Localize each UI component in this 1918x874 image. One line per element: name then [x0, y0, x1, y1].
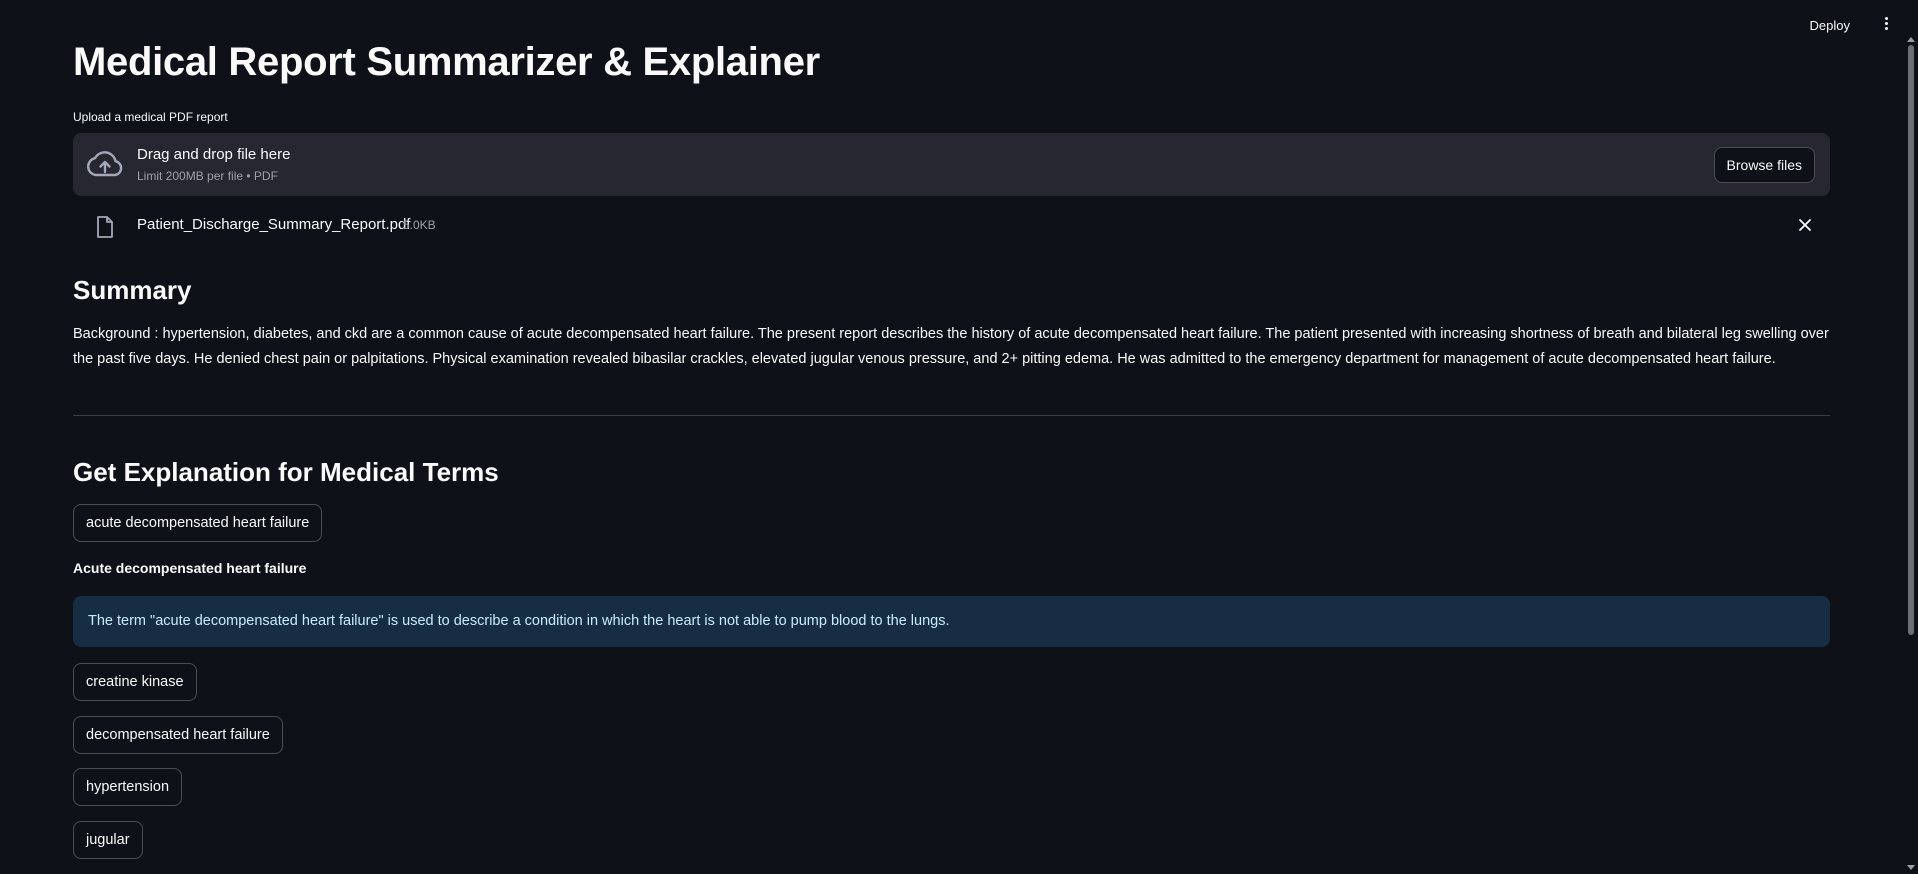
term-button[interactable]: hypertension: [73, 768, 183, 806]
remove-file-icon[interactable]: [1798, 218, 1812, 232]
drop-title: Drag and drop file here: [137, 146, 291, 163]
page-title: Medical Report Summarizer & Explainer: [73, 40, 820, 84]
scroll-down-arrow[interactable]: [1907, 865, 1915, 870]
cloud-upload-icon: [87, 151, 123, 177]
term-title: Acute decompensated heart failure: [73, 560, 307, 576]
drop-limit-text: Limit 200MB per file • PDF: [137, 169, 278, 183]
uploaded-file-row: Patient_Discharge_Summary_Report.pdf 5.0…: [73, 212, 1830, 242]
deploy-button[interactable]: Deploy: [1804, 14, 1856, 37]
file-icon: [97, 216, 113, 238]
summary-heading: Summary: [73, 275, 192, 305]
term-button-selected[interactable]: acute decompensated heart failure: [73, 504, 323, 542]
scrollbar-thumb[interactable]: [1908, 45, 1914, 635]
term-explanation-box: The term "acute decompensated heart fail…: [73, 596, 1830, 647]
file-size: 5.0KB: [403, 218, 436, 232]
file-name: Patient_Discharge_Summary_Report.pdf: [137, 216, 411, 233]
file-dropzone[interactable]: Drag and drop file here Limit 200MB per …: [73, 133, 1830, 196]
main-menu-icon[interactable]: [1878, 15, 1894, 35]
term-button[interactable]: creatine kinase: [73, 663, 197, 701]
explanation-heading: Get Explanation for Medical Terms: [73, 457, 499, 487]
scroll-up-arrow[interactable]: [1907, 37, 1915, 42]
upload-label: Upload a medical PDF report: [73, 110, 228, 124]
term-button[interactable]: decompensated heart failure: [73, 716, 283, 754]
term-button[interactable]: jugular: [73, 821, 143, 859]
browse-files-button[interactable]: Browse files: [1713, 147, 1815, 183]
summary-text: Background : hypertension, diabetes, and…: [73, 326, 1829, 367]
divider: [73, 415, 1830, 416]
